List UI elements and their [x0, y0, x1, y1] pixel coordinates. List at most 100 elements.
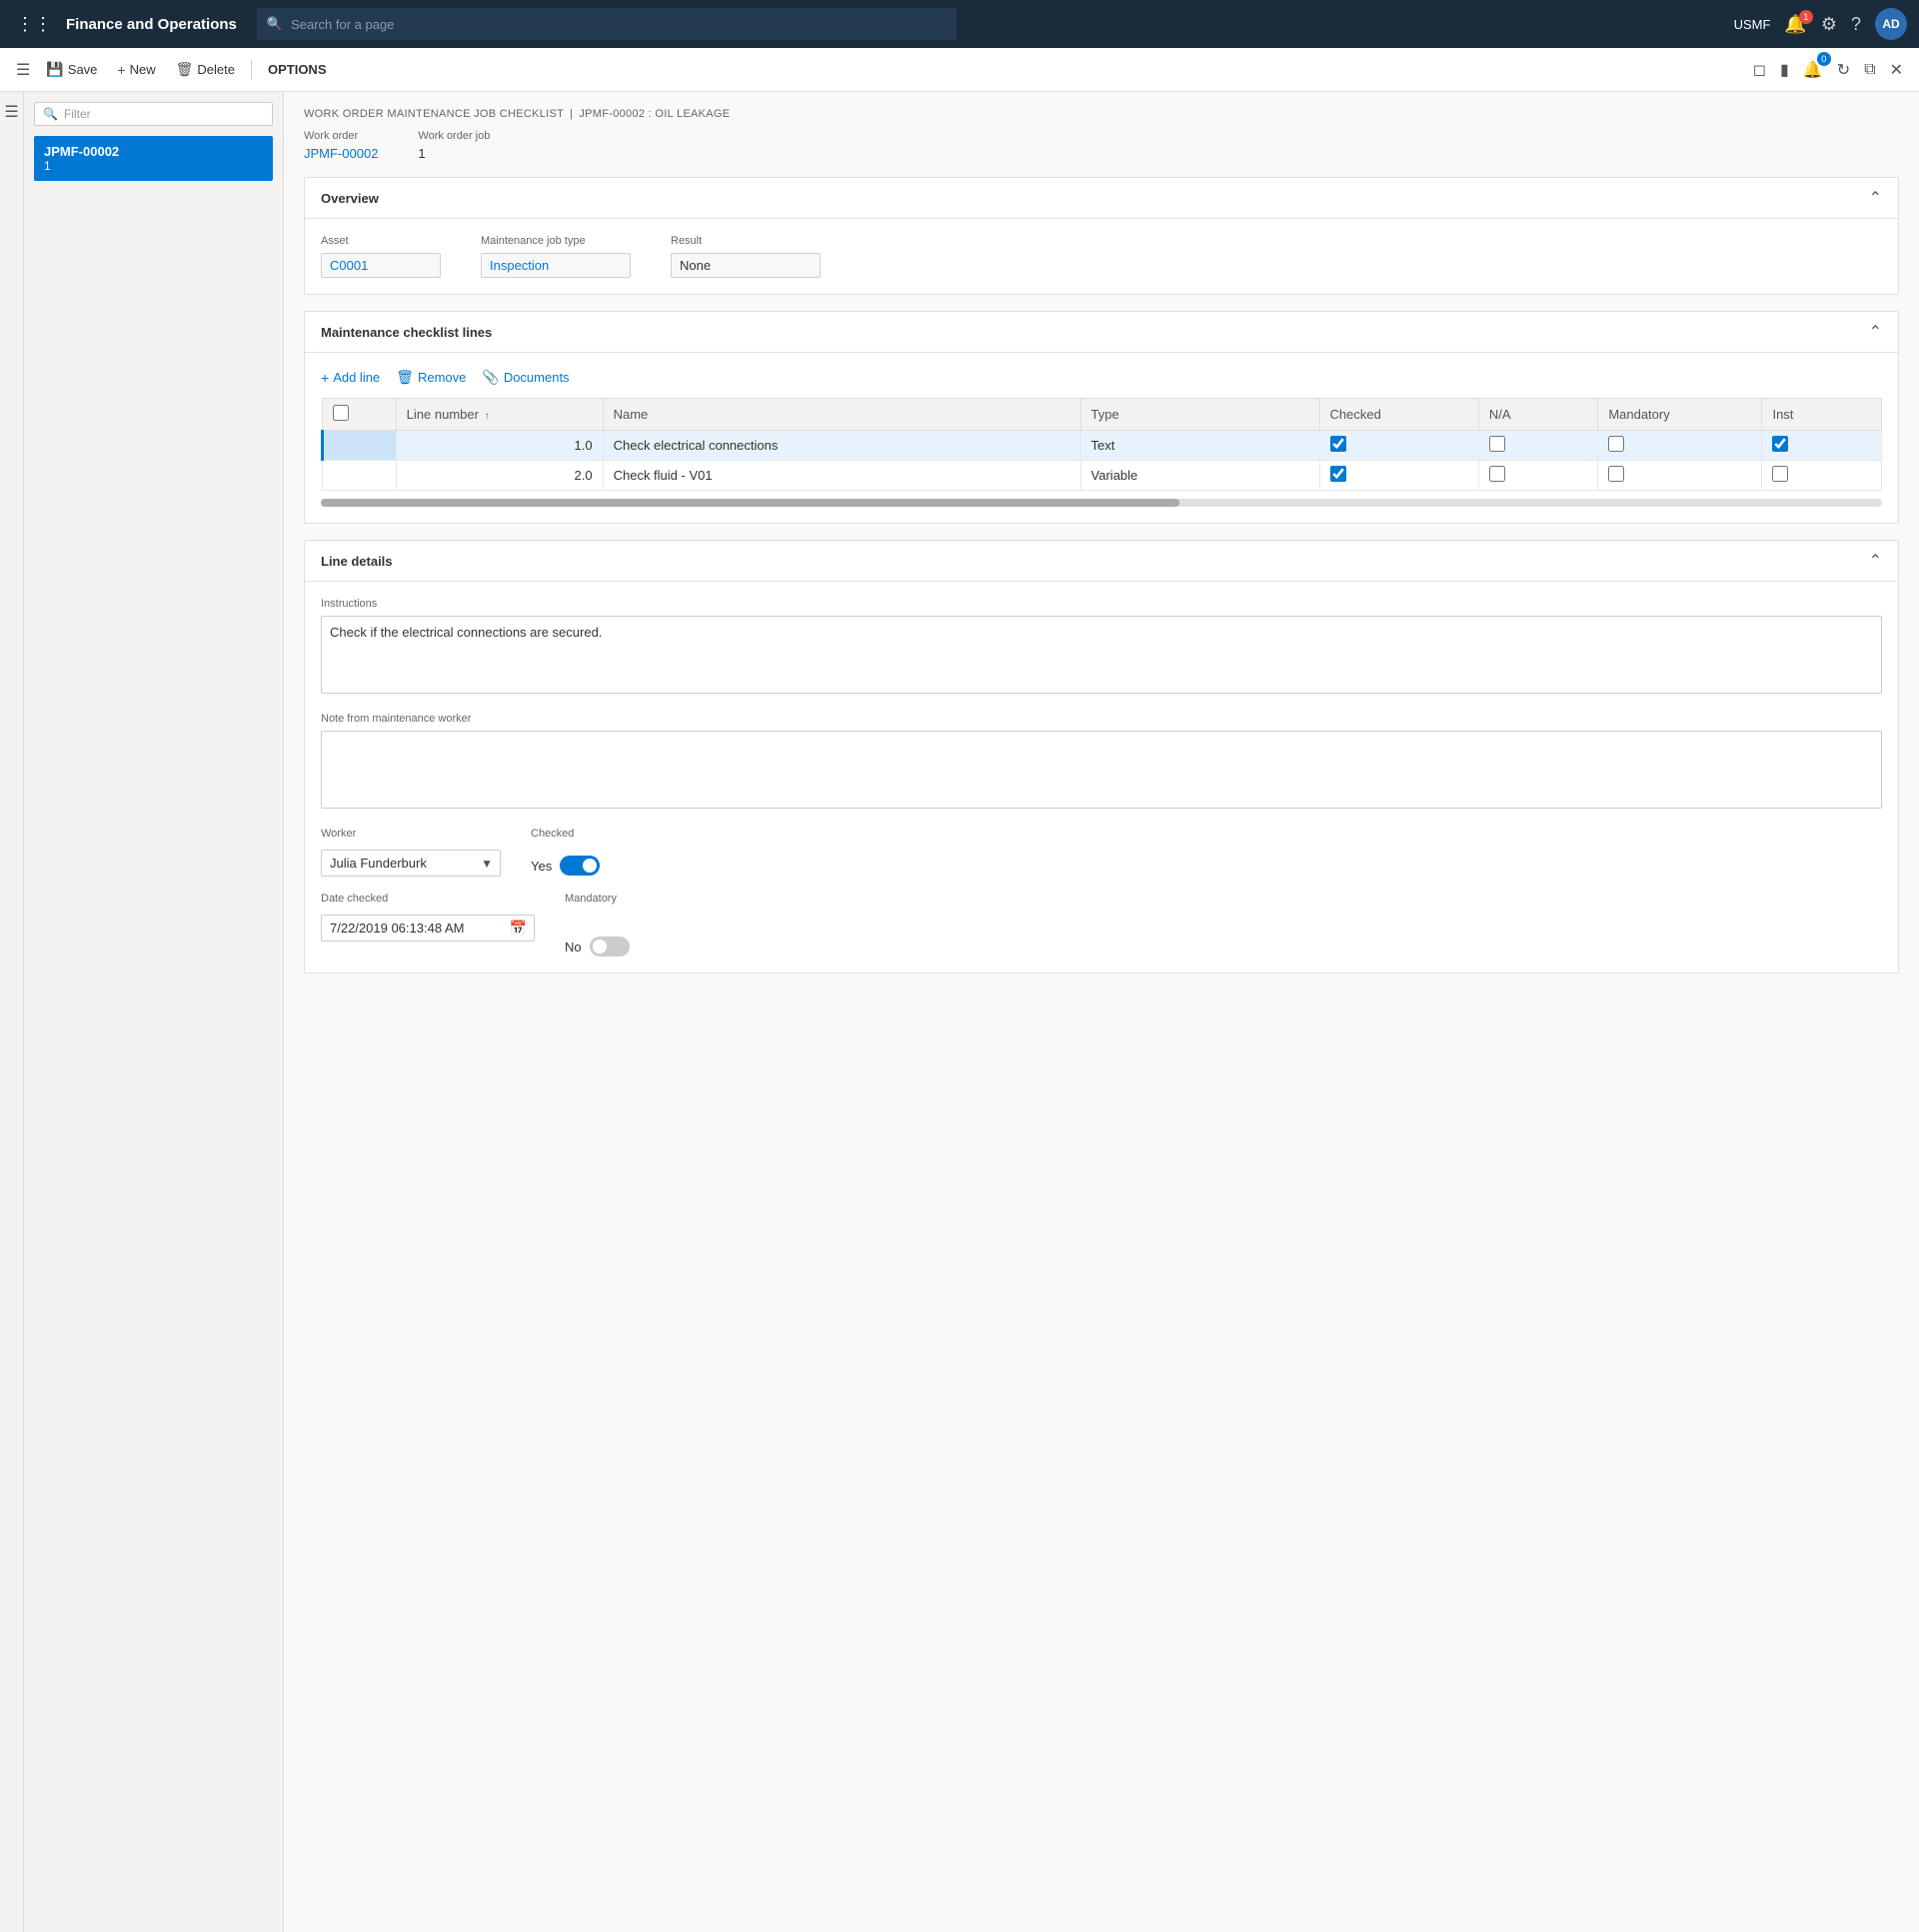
row-select-cell — [323, 431, 397, 461]
date-checked-wrapper: 📅 — [321, 915, 535, 942]
refresh-icon[interactable]: ↻ — [1833, 56, 1854, 84]
th-na: N/A — [1478, 399, 1597, 431]
hamburger-icon[interactable]: ☰ — [4, 102, 18, 122]
select-all-checkbox[interactable] — [333, 405, 349, 421]
sidebar-filter-input[interactable] — [64, 107, 264, 121]
add-icon: + — [321, 370, 329, 386]
search-input[interactable] — [291, 17, 947, 32]
worker-label: Worker — [321, 828, 501, 840]
checklist-section: Maintenance checklist lines ⌃ + Add line… — [304, 311, 1899, 524]
result-field: Result None — [671, 235, 821, 278]
th-line-number[interactable]: Line number ↑ — [396, 399, 603, 431]
work-order-value[interactable]: JPMF-00002 — [304, 146, 378, 161]
layout-icon[interactable]: ▮ — [1776, 56, 1793, 84]
delete-button[interactable]: 🗑 Delete — [168, 57, 243, 82]
date-mandatory-row: Date checked 📅 Mandatory No — [321, 893, 1882, 957]
overview-fields: Asset C0001 Maintenance job type Inspect… — [321, 235, 1882, 278]
grid-icon[interactable]: ⋮⋮ — [12, 10, 56, 39]
remove-icon: 🗑 — [396, 369, 414, 386]
view-icon[interactable]: ◻ — [1749, 56, 1770, 84]
sidebar-filter: 🔍 — [34, 102, 273, 126]
new-button[interactable]: + New — [109, 58, 163, 82]
asset-value[interactable]: C0001 — [321, 253, 441, 278]
date-checked-input[interactable] — [321, 915, 535, 942]
checklist-title: Maintenance checklist lines — [321, 325, 492, 340]
sort-icon: ↑ — [485, 411, 490, 422]
save-button[interactable]: 💾 Save — [38, 57, 105, 82]
new-icon: + — [117, 62, 125, 78]
add-line-button[interactable]: + Add line — [321, 370, 380, 386]
overview-toggle-icon[interactable]: ⌃ — [1869, 188, 1882, 208]
calendar-icon[interactable]: 📅 — [510, 920, 527, 937]
row-checked-checkbox[interactable] — [1330, 436, 1346, 452]
maintenance-job-type-value[interactable]: Inspection — [481, 253, 631, 278]
checklist-body: + Add line 🗑 Remove 📎 Documents — [305, 353, 1898, 523]
work-order-job-field: Work order job 1 — [418, 130, 490, 161]
action-bar: ☰ 💾 Save + New 🗑 Delete OPTIONS ◻ ▮ 🔔 0 … — [0, 48, 1919, 92]
instructions-textarea[interactable] — [321, 616, 1882, 694]
row-mandatory-checkbox[interactable] — [1608, 436, 1624, 452]
delete-icon: 🗑 — [176, 61, 194, 78]
worker-select[interactable]: Julia Funderburk — [321, 850, 501, 877]
line-details-header[interactable]: Line details ⌃ — [305, 541, 1898, 582]
table-scrollbar[interactable] — [321, 499, 1882, 507]
avatar[interactable]: AD — [1875, 8, 1907, 40]
notification-badge: 1 — [1799, 10, 1813, 24]
note-label: Note from maintenance worker — [321, 713, 1882, 725]
result-value[interactable]: None — [671, 253, 821, 278]
asset-field: Asset C0001 — [321, 235, 441, 278]
overview-header[interactable]: Overview ⌃ — [305, 178, 1898, 219]
sidebar-item-sub: 1 — [44, 159, 263, 173]
action-bar-right: ◻ ▮ 🔔 0 ↻ ⧉ ✕ — [1749, 56, 1907, 84]
row-inst-checkbox[interactable] — [1772, 436, 1788, 452]
row-checked-checkbox[interactable] — [1330, 466, 1346, 482]
content-area: WORK ORDER MAINTENANCE JOB CHECKLIST | J… — [284, 92, 1919, 1932]
line-details-title: Line details — [321, 554, 393, 569]
help-icon[interactable]: ? — [1851, 14, 1861, 35]
table-row[interactable]: 2.0Check fluid - V01Variable — [323, 461, 1882, 491]
work-order-job-value: 1 — [418, 146, 490, 161]
overview-body: Asset C0001 Maintenance job type Inspect… — [305, 219, 1898, 294]
app-title: Finance and Operations — [66, 16, 237, 33]
checked-yes-label: Yes — [531, 859, 552, 874]
breadcrumb-part2: JPMF-00002 : OIL LEAKAGE — [579, 108, 730, 120]
row-inst-checkbox[interactable] — [1772, 466, 1788, 482]
sidebar: 🔍 JPMF-00002 1 — [24, 92, 284, 1932]
sidebar-item-jpmf[interactable]: JPMF-00002 1 — [34, 136, 273, 181]
line-details-toggle-icon[interactable]: ⌃ — [1869, 551, 1882, 571]
note-textarea[interactable] — [321, 731, 1882, 809]
options-label[interactable]: OPTIONS — [260, 58, 335, 81]
th-select — [323, 399, 397, 431]
row-checked-cell — [1319, 461, 1478, 491]
checklist-toggle-icon[interactable]: ⌃ — [1869, 322, 1882, 342]
checked-toggle-knob — [583, 859, 597, 873]
notification-icon[interactable]: 🔔 1 — [1784, 14, 1806, 35]
row-checked-cell — [1319, 431, 1478, 461]
asset-label: Asset — [321, 235, 441, 247]
sidebar-strip: ☰ — [0, 92, 24, 1932]
mandatory-toggle[interactable] — [590, 937, 630, 957]
settings-icon[interactable]: ⚙ — [1821, 14, 1837, 35]
remove-button[interactable]: 🗑 Remove — [396, 369, 466, 386]
checked-toggle[interactable] — [560, 856, 600, 876]
note-field: Note from maintenance worker — [321, 713, 1882, 812]
popout-icon[interactable]: ⧉ — [1860, 57, 1879, 83]
close-icon[interactable]: ✕ — [1886, 56, 1907, 84]
row-na-checkbox[interactable] — [1489, 466, 1505, 482]
row-mandatory-checkbox[interactable] — [1608, 466, 1624, 482]
row-na-checkbox[interactable] — [1489, 436, 1505, 452]
save-icon: 💾 — [46, 61, 63, 78]
th-inst: Inst — [1762, 399, 1882, 431]
table-row[interactable]: 1.0Check electrical connectionsText — [323, 431, 1882, 461]
row-name: Check electrical connections — [603, 431, 1080, 461]
sidebar-toggle-icon[interactable]: ☰ — [12, 56, 34, 84]
work-order-job-label: Work order job — [418, 130, 490, 142]
checklist-header[interactable]: Maintenance checklist lines ⌃ — [305, 312, 1898, 353]
instructions-label: Instructions — [321, 598, 1882, 610]
maintenance-job-type-label: Maintenance job type — [481, 235, 631, 247]
row-line-number: 2.0 — [396, 461, 603, 491]
row-line-number: 1.0 — [396, 431, 603, 461]
overview-title: Overview — [321, 191, 379, 206]
notifications-icon[interactable]: 🔔 0 — [1799, 56, 1827, 84]
documents-button[interactable]: 📎 Documents — [482, 369, 569, 386]
